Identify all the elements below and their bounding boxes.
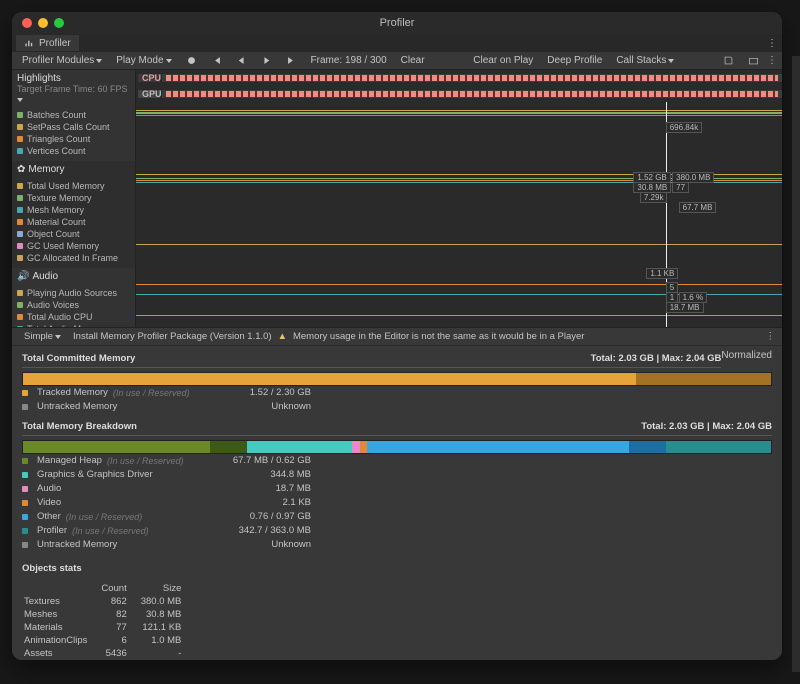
stats-table: CountSize Textures862380.0 MBMeshes8230.…: [22, 581, 189, 660]
legend-row: Other (In use / Reserved)0.76 / 0.97 GB: [22, 510, 772, 524]
tab-row: Profiler ⋮: [12, 34, 782, 52]
profiler-window: Profiler Profiler ⋮ Profiler Modules Pla…: [12, 12, 782, 660]
tab-label: Profiler: [39, 38, 71, 49]
deep-profile-toggle[interactable]: Deep Profile: [541, 54, 608, 67]
normalized-toggle[interactable]: Normalized: [721, 350, 772, 361]
table-row: Materials77121.1 KB: [24, 622, 187, 633]
next-frame-button[interactable]: [255, 54, 278, 67]
table-row: Meshes8230.8 MB: [24, 609, 187, 620]
cpu-lane-label: CPU: [138, 74, 160, 82]
legend-row: Video 2.1 KB: [22, 496, 772, 510]
chart-body[interactable]: 696.84k 1.52 GB 380.0 MB 30.8 MB 77 7.29…: [136, 102, 782, 327]
table-row: AnimationClips61.0 MB: [24, 635, 187, 646]
highlights-items: Batches CountSetPass Calls CountTriangle…: [12, 107, 135, 161]
table-row: Assets5436-: [24, 648, 187, 659]
legend-row: Managed Heap (In use / Reserved)67.7 MB …: [22, 454, 772, 468]
list-item: Mesh Memory: [17, 204, 135, 216]
list-item: GC Allocated In Frame: [17, 252, 135, 264]
last-frame-button[interactable]: [280, 54, 303, 67]
list-item: Vertices Count: [17, 145, 135, 157]
clear-on-play-toggle[interactable]: Clear on Play: [467, 54, 539, 67]
module-highlights[interactable]: Highlights Target Frame Time: 60 FPS: [12, 70, 135, 107]
chart-header: CPU: [136, 70, 782, 86]
play-mode-dropdown[interactable]: Play Mode: [110, 54, 177, 67]
profiler-modules-dropdown[interactable]: Profiler Modules: [16, 54, 108, 67]
tab-menu-icon[interactable]: ⋮: [767, 38, 778, 49]
list-item: Triangles Count: [17, 133, 135, 145]
call-stacks-dropdown[interactable]: Call Stacks: [610, 54, 680, 67]
legend-row: Untracked Memory Unknown: [22, 400, 772, 414]
gear-icon: ✿: [17, 164, 25, 175]
warning-icon: ▲: [278, 331, 287, 342]
tcm-bar: [22, 372, 772, 386]
warning-text: Memory usage in the Editor is not the sa…: [293, 331, 584, 342]
window-title: Profiler: [12, 17, 782, 29]
list-item: Audio Voices: [17, 299, 135, 311]
list-item: Object Count: [17, 228, 135, 240]
highlights-title: Highlights: [17, 73, 130, 84]
save-button[interactable]: [717, 54, 740, 67]
list-item: Playing Audio Sources: [17, 287, 135, 299]
legend-row: Tracked Memory (In use / Reserved)1.52 /…: [22, 386, 772, 400]
toolbar-menu-icon[interactable]: ⋮: [767, 55, 778, 66]
tag: 18.7 MB: [666, 302, 704, 313]
gpu-lane-label: GPU: [138, 90, 160, 98]
scrollbar[interactable]: [792, 56, 800, 672]
titlebar: Profiler: [12, 12, 782, 34]
list-item: Total Audio Memory: [17, 323, 135, 327]
modules-panel: Highlights Target Frame Time: 60 FPS Bat…: [12, 70, 136, 327]
toolbar: Profiler Modules Play Mode Frame: 198 / …: [12, 52, 782, 70]
list-item: Texture Memory: [17, 192, 135, 204]
tmb-legend: Managed Heap (In use / Reserved)67.7 MB …: [22, 454, 772, 552]
first-frame-button[interactable]: [205, 54, 228, 67]
load-button[interactable]: [742, 54, 765, 67]
module-memory[interactable]: ✿Memory: [12, 161, 135, 178]
frame-label: Frame: 198 / 300: [305, 54, 393, 67]
details-menu-icon[interactable]: ⋮: [766, 331, 777, 342]
legend-row: Untracked Memory Unknown: [22, 538, 772, 552]
legend-row: Profiler (In use / Reserved)342.7 / 363.…: [22, 524, 772, 538]
memory-items: Total Used MemoryTexture MemoryMesh Memo…: [12, 178, 135, 268]
gpu-lane-bar: [162, 90, 782, 98]
legend-row: Graphics & Graphics Driver 344.8 MB: [22, 468, 772, 482]
tmb-bar: [22, 440, 772, 454]
tag: 1.1 KB: [646, 268, 678, 279]
simple-dropdown[interactable]: Simple: [18, 330, 67, 343]
list-item: Total Audio CPU: [17, 311, 135, 323]
cpu-lane-bar: [162, 74, 782, 82]
list-item: Batches Count: [17, 109, 135, 121]
legend-row: Audio 18.7 MB: [22, 482, 772, 496]
list-item: SetPass Calls Count: [17, 121, 135, 133]
install-link[interactable]: Install Memory Profiler Package (Version…: [73, 331, 272, 342]
main-split: Highlights Target Frame Time: 60 FPS Bat…: [12, 70, 782, 328]
table-row: Textures862380.0 MB: [24, 596, 187, 607]
record-button[interactable]: [180, 54, 203, 67]
tcm-legend: Tracked Memory (In use / Reserved)1.52 /…: [22, 386, 772, 414]
tab-profiler[interactable]: Profiler: [16, 35, 79, 51]
details-toolbar: Simple Install Memory Profiler Package (…: [12, 328, 782, 346]
tag: 7.29k: [640, 192, 668, 203]
audio-items: Playing Audio SourcesAudio VoicesTotal A…: [12, 285, 135, 327]
list-item: GC Used Memory: [17, 240, 135, 252]
speaker-icon: 🔊: [17, 271, 29, 282]
tmb-title: Total Memory BreakdownTotal: 2.03 GB | M…: [22, 418, 772, 436]
stats-title: Objects stats: [22, 560, 772, 577]
tag: 67.7 MB: [679, 202, 717, 213]
module-audio[interactable]: 🔊Audio: [12, 268, 135, 285]
profiler-icon: [24, 38, 35, 49]
chart-header-gpu: GPU: [136, 86, 782, 102]
list-item: Material Count: [17, 216, 135, 228]
prev-frame-button[interactable]: [230, 54, 253, 67]
list-item: Total Used Memory: [17, 180, 135, 192]
charts-panel[interactable]: CPU GPU: [136, 70, 782, 327]
tag: 77: [672, 182, 689, 193]
details-panel: Simple Install Memory Profiler Package (…: [12, 328, 782, 660]
clear-button[interactable]: Clear: [395, 54, 431, 67]
tag-cpu: 696.84k: [666, 122, 702, 133]
tcm-title: Total Committed MemoryTotal: 2.03 GB | M…: [22, 350, 721, 368]
